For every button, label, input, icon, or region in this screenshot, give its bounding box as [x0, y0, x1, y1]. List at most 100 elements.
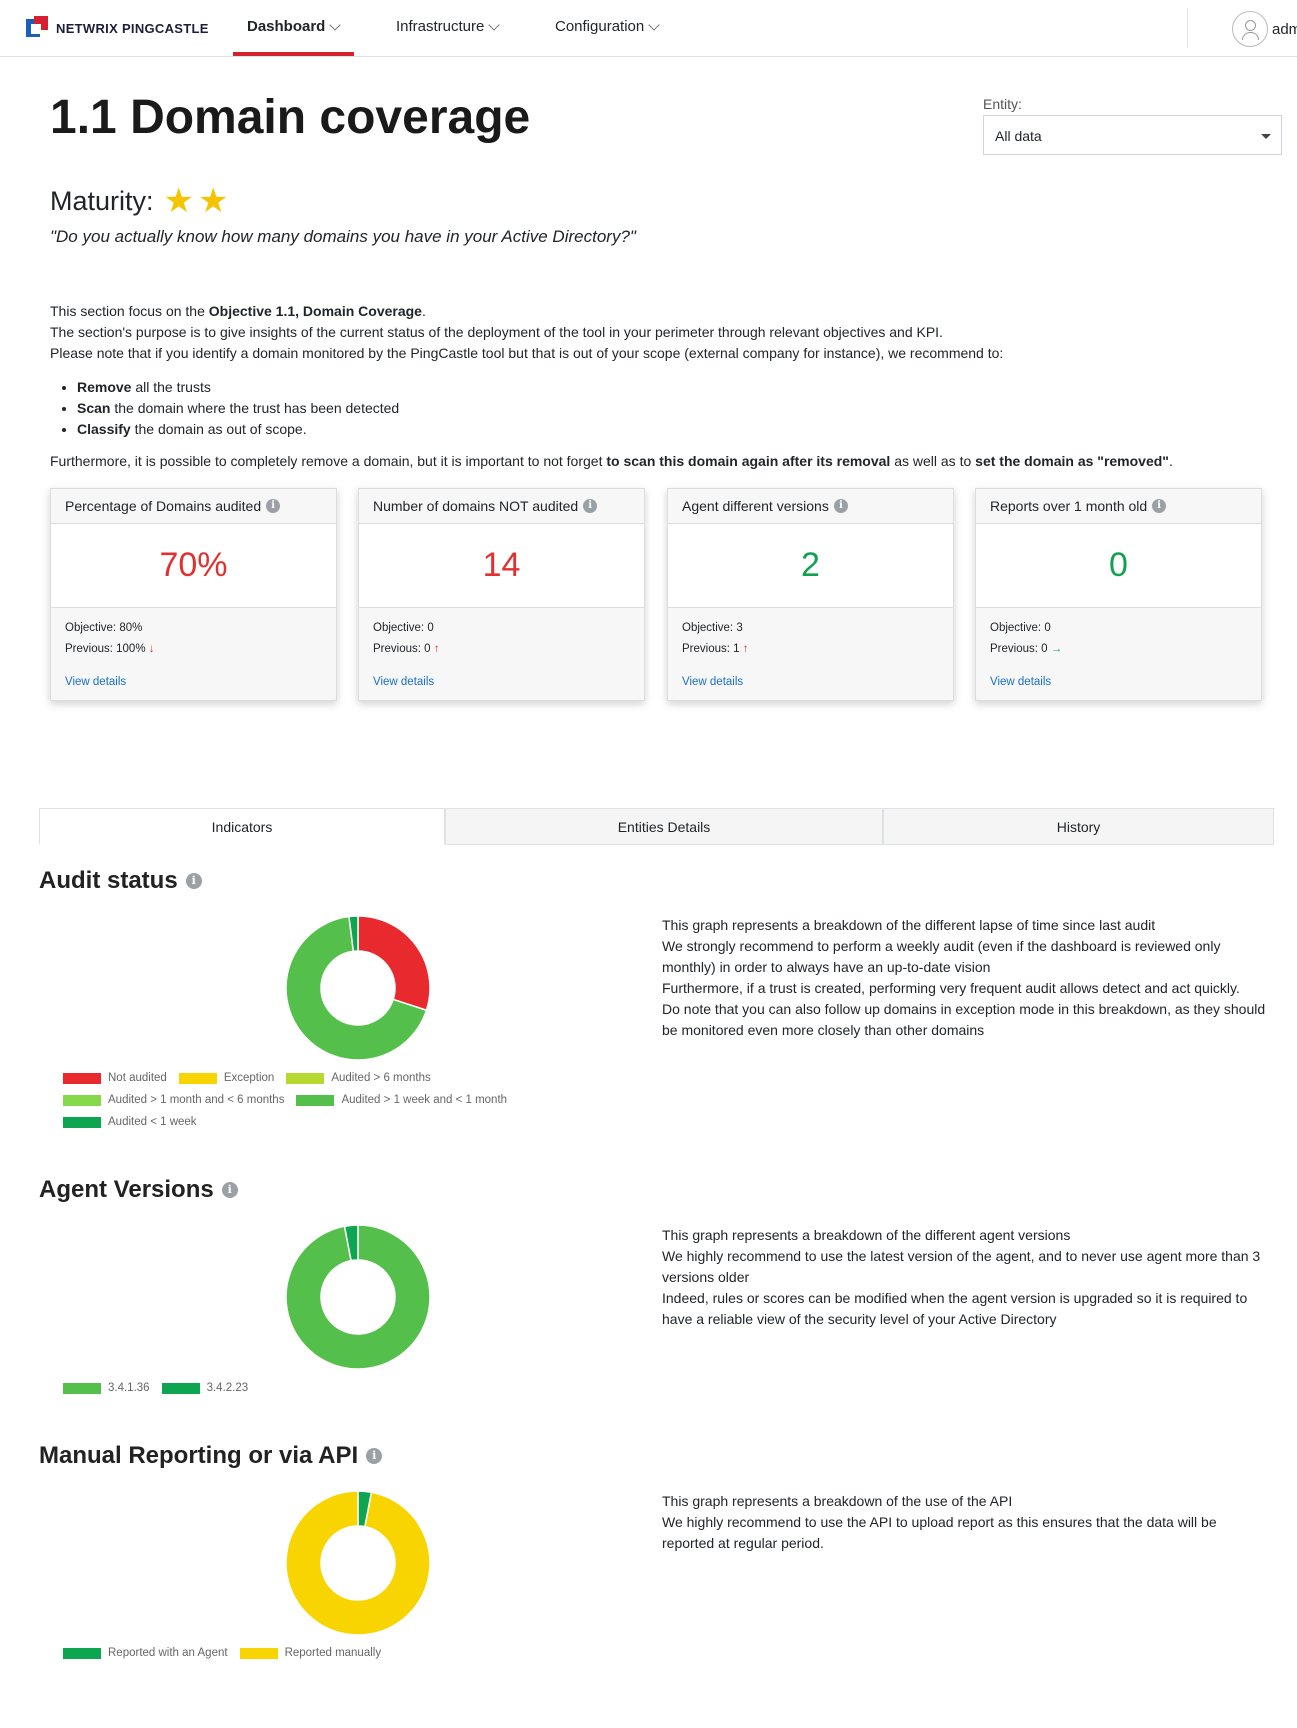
further-note: Furthermore, it is possible to completel…	[50, 453, 1173, 469]
kpi-previous: Previous: 100%	[65, 643, 146, 655]
nav-infrastructure-label: Infrastructure	[396, 18, 485, 35]
legend-swatch	[63, 1116, 101, 1128]
maturity-quote: "Do you actually know how many domains y…	[50, 227, 636, 246]
kpi-previous: Previous: 0	[990, 643, 1048, 655]
info-icon[interactable]: i	[583, 499, 598, 513]
list-item: Classify the domain as out of scope.	[77, 419, 399, 440]
legend-swatch	[63, 1072, 101, 1084]
list-item: Remove all the trusts	[77, 377, 399, 398]
legend-item[interactable]: 3.4.2.23	[161, 1382, 249, 1394]
netwrix-logo-icon	[26, 16, 50, 40]
legend-label: Reported with an Agent	[108, 1647, 228, 1659]
legend-label: Exception	[223, 1072, 275, 1084]
view-details-link[interactable]: View details	[65, 676, 126, 688]
description-line: Indeed, rules or scores can be modified …	[662, 1290, 1248, 1327]
kpi-previous: Previous: 1	[682, 643, 740, 655]
legend-label: Audited < 1 week	[108, 1116, 197, 1128]
legend-swatch	[161, 1382, 200, 1394]
nav-infrastructure[interactable]: Infrastructure	[396, 18, 501, 35]
tab-label: Entities Details	[617, 818, 711, 835]
audit-status-legend: Not audited Exception Audited > 6 months…	[63, 1067, 519, 1133]
intro-line3: Please note that if you identify a domai…	[50, 345, 1004, 361]
legend-item[interactable]: Not audited	[63, 1072, 167, 1084]
chevron-down-icon	[648, 18, 660, 31]
audit-status-title: Audit status i	[39, 867, 202, 895]
legend-item[interactable]: Audited > 6 months	[286, 1072, 431, 1084]
donut-hole	[321, 1526, 395, 1600]
brand[interactable]: NETWRIX PINGCASTLE	[26, 16, 209, 40]
description-line: Furthermore, if a trust is created, perf…	[662, 980, 1240, 996]
description-line: This graph represents a breakdown of the…	[662, 1227, 1071, 1243]
agent-versions-legend: 3.4.1.36 3.4.2.23	[63, 1377, 260, 1399]
caret-down-icon	[1261, 134, 1271, 139]
legend-label: Audited > 6 months	[331, 1072, 431, 1084]
entity-select[interactable]: All data	[983, 115, 1282, 155]
page-title: 1.1 Domain coverage	[50, 91, 531, 144]
kpi-card-agent-versions: Agent different versions i 2 Objective: 3…	[667, 488, 954, 701]
legend-item[interactable]: 3.4.1.36	[63, 1382, 150, 1394]
api-reporting-title: Manual Reporting or via API i	[39, 1442, 383, 1470]
maturity-rating: Maturity: ★ ★	[50, 184, 229, 218]
nav-dashboard[interactable]: Dashboard	[247, 18, 342, 35]
agent-versions-description: This graph represents a breakdown of the…	[662, 1225, 1272, 1330]
legend-item[interactable]: Audited > 1 week and < 1 month	[296, 1094, 507, 1106]
nav-configuration-label: Configuration	[555, 18, 645, 35]
audit-status-description: This graph represents a breakdown of the…	[662, 915, 1272, 1041]
api-reporting-donut-chart	[285, 1490, 431, 1636]
tab-entities-details[interactable]: Entities Details	[445, 808, 883, 845]
tab-history[interactable]: History	[883, 808, 1274, 845]
chevron-down-icon	[329, 18, 342, 31]
info-icon[interactable]: i	[833, 499, 848, 513]
description-line: This graph represents a breakdown of the…	[662, 1493, 1013, 1509]
kpi-objective: Objective: 0	[373, 622, 434, 634]
agent-versions-title: Agent Versions i	[39, 1176, 238, 1204]
kpi-card-not-audited: Number of domains NOT audited i 14 Object…	[358, 488, 645, 701]
tab-indicators[interactable]: Indicators	[39, 808, 445, 845]
kpi-title: Percentage of Domains audited	[65, 498, 262, 514]
nav-dashboard-label: Dashboard	[247, 18, 326, 35]
kpi-value: 14	[359, 524, 644, 608]
kpi-card-domains-audited: Percentage of Domains audited i 70% Objec…	[50, 488, 337, 701]
legend-item[interactable]: Exception	[178, 1072, 275, 1084]
kpi-value: 0	[976, 524, 1261, 608]
kpi-objective: Objective: 80%	[65, 622, 143, 634]
legend-swatch	[63, 1382, 101, 1394]
top-navbar: NETWRIX PINGCASTLE Dashboard Infrastruct…	[0, 0, 1297, 57]
view-details-link[interactable]: View details	[990, 676, 1051, 688]
info-icon[interactable]: i	[1152, 499, 1167, 513]
view-details-link[interactable]: View details	[373, 676, 434, 688]
chevron-down-icon	[488, 18, 501, 31]
info-icon[interactable]: i	[185, 873, 202, 889]
legend-label: 3.4.2.23	[206, 1382, 249, 1394]
section-heading: Audit status	[39, 867, 178, 894]
info-icon[interactable]: i	[221, 1182, 238, 1198]
arrow-right-icon: →	[1050, 643, 1063, 655]
entity-label: Entity:	[983, 96, 1022, 112]
api-reporting-legend: Reported with an Agent Reported manually	[63, 1642, 393, 1664]
kpi-objective: Objective: 3	[682, 622, 743, 634]
star-icon: ★	[198, 182, 229, 220]
legend-item[interactable]: Audited < 1 week	[63, 1116, 197, 1128]
view-details-link[interactable]: View details	[682, 676, 743, 688]
arrow-up-icon: ↑	[433, 643, 440, 655]
nav-configuration[interactable]: Configuration	[555, 18, 660, 35]
kpi-previous: Previous: 0	[373, 643, 431, 655]
legend-label: Audited > 1 week and < 1 month	[341, 1094, 508, 1106]
donut-hole	[321, 1260, 395, 1334]
recommendation-list: Remove all the trusts Scan the domain wh…	[77, 377, 399, 440]
intro-line1-suffix: .	[421, 303, 426, 319]
user-avatar-icon[interactable]	[1232, 11, 1268, 47]
info-icon[interactable]: i	[366, 1448, 383, 1464]
maturity-label: Maturity:	[50, 185, 154, 216]
legend-label: Audited > 1 month and < 6 months	[108, 1094, 285, 1106]
description-line: We strongly recommend to perform a weekl…	[662, 938, 1221, 975]
legend-item[interactable]: Reported with an Agent	[63, 1647, 228, 1659]
legend-item[interactable]: Audited > 1 month and < 6 months	[63, 1094, 284, 1106]
tab-label: History	[1056, 818, 1101, 835]
legend-item[interactable]: Reported manually	[239, 1647, 381, 1659]
info-icon[interactable]: i	[266, 499, 281, 513]
user-name[interactable]: adm	[1272, 21, 1297, 38]
legend-swatch	[296, 1094, 335, 1106]
legend-swatch	[178, 1072, 217, 1084]
description-line: Do note that you can also follow up doma…	[662, 1001, 1266, 1038]
